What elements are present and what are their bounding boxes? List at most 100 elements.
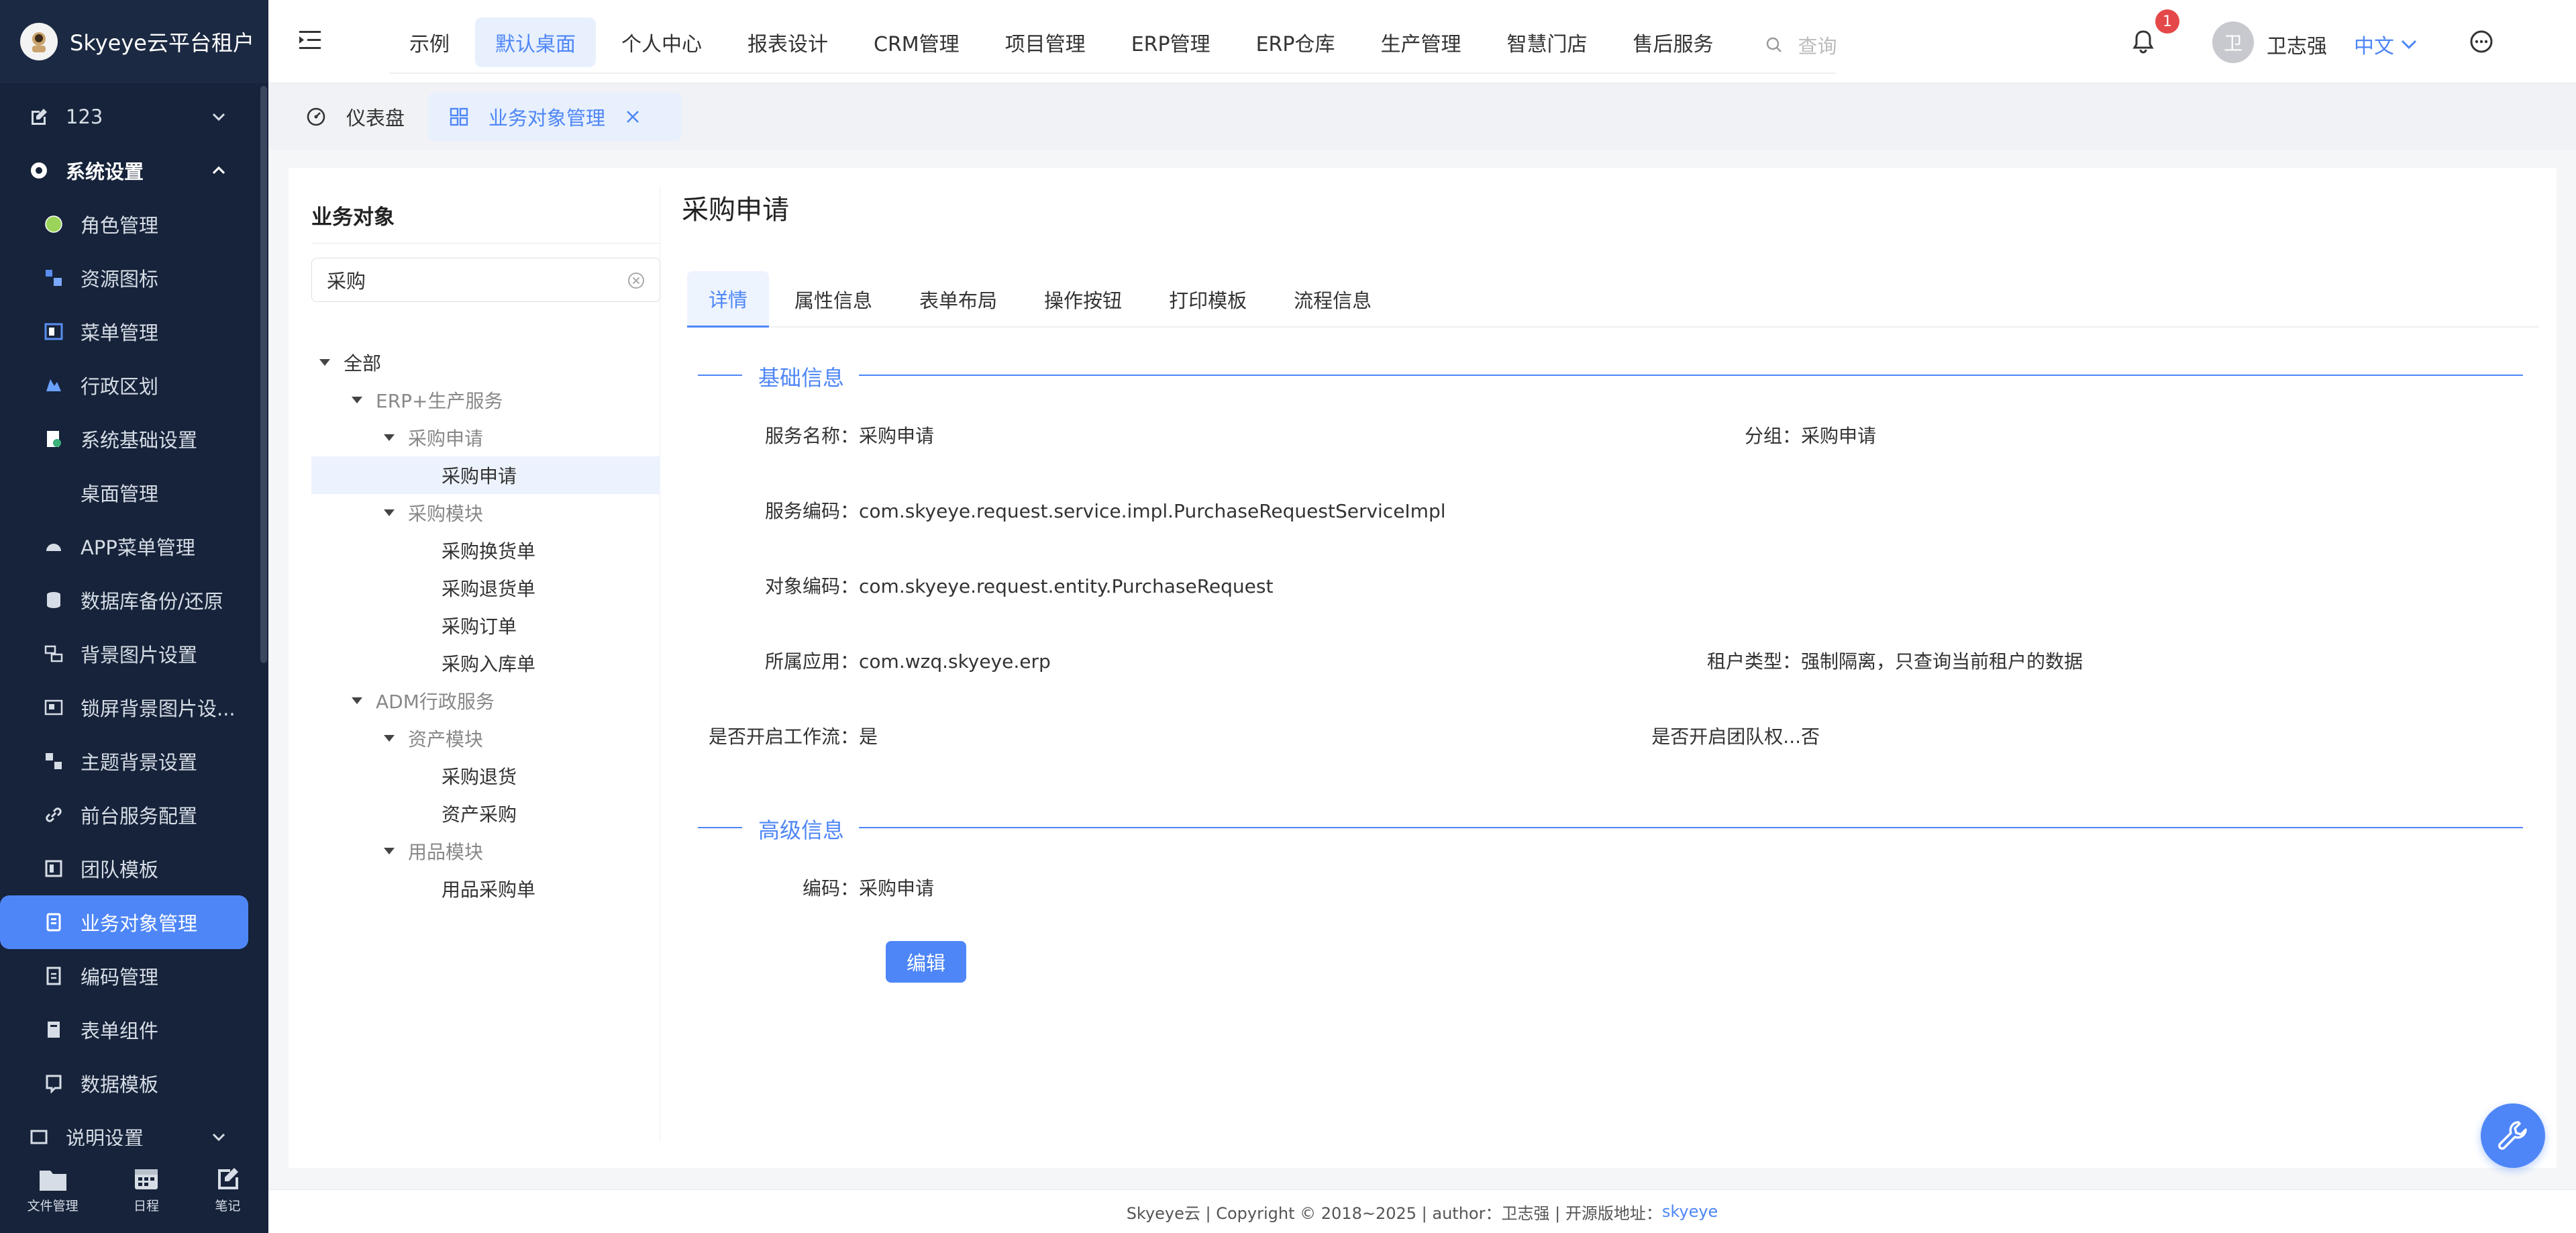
edit-button[interactable]: 编辑 (886, 941, 966, 983)
sidebar-item-settings-doc[interactable]: 系统基础设置 (0, 412, 268, 466)
nav-tab-8[interactable]: 生产管理 (1360, 17, 1481, 67)
folder-icon (39, 1170, 66, 1191)
sidebar-item-background[interactable]: 背景图片设置 (0, 627, 268, 681)
tab-dashboard[interactable]: 仪表盘 (285, 93, 426, 141)
caret-down-icon[interactable] (384, 848, 395, 854)
sidebar-item-region[interactable]: 行政区划 (0, 358, 268, 412)
detail-tab-2[interactable]: 表单布局 (898, 271, 1019, 328)
sidebar-item-circle[interactable]: 角色管理 (0, 197, 268, 251)
calendar-label: 日程 (133, 1198, 159, 1214)
sidebar-item-theme[interactable]: 主题背景设置 (0, 734, 268, 788)
file-management-button[interactable]: 文件管理 (28, 1165, 79, 1214)
edit-icon (27, 105, 51, 129)
detail-tab-5[interactable]: 流程信息 (1272, 271, 1393, 328)
nav-search-input[interactable]: 查询 (1739, 17, 1837, 72)
workflow-field: 是否开启工作流：是 (709, 722, 878, 749)
tab-business-object-label: 业务对象管理 (488, 107, 606, 130)
caret-down-icon[interactable] (384, 509, 395, 516)
sidebar-item-label: 主题背景设置 (81, 751, 198, 774)
tab-business-object[interactable]: 业务对象管理 (428, 93, 682, 141)
caret-down-icon[interactable] (319, 359, 330, 366)
sidebar-item-database[interactable]: 数据库备份/还原 (0, 573, 268, 627)
clear-icon[interactable] (627, 272, 645, 289)
sidebar-footer: 文件管理 日程 笔记 (0, 1146, 268, 1233)
tree-leaf[interactable]: 采购退货 (311, 757, 660, 795)
link-icon (42, 803, 66, 827)
nav-tab-7[interactable]: ERP仓库 (1236, 17, 1355, 67)
tree-node[interactable]: 用品模块 (311, 832, 660, 870)
sidebar-item-gear[interactable]: 系统设置 (0, 144, 268, 197)
tree-node[interactable]: ADM行政服务 (311, 682, 660, 720)
tree-leaf[interactable]: 采购换货单 (311, 532, 660, 569)
sidebar-item-desktop[interactable]: 桌面管理 (0, 466, 268, 520)
tree-node[interactable]: 采购申请 (311, 419, 660, 456)
code-icon (42, 964, 66, 988)
tree-node[interactable]: 资产模块 (311, 720, 660, 757)
detail-tabs: 详情 属性信息 表单布局 操作按钮 打印模板 流程信息 (687, 271, 2539, 328)
notes-button[interactable]: 笔记 (214, 1165, 241, 1214)
nav-tab-5[interactable]: 项目管理 (985, 17, 1106, 67)
sidebar-item-label: 行政区划 (81, 375, 159, 398)
basic-info-label: 基础信息 (758, 365, 845, 391)
sidebar-item-edit[interactable]: 123 (0, 90, 268, 144)
sidebar-item-object[interactable]: 业务对象管理 (0, 895, 248, 949)
sidebar-item-link[interactable]: 前台服务配置 (0, 788, 268, 842)
sidebar-item-form[interactable]: 表单组件 (0, 1003, 268, 1056)
sidebar-item-resource[interactable]: 资源图标 (0, 251, 268, 305)
tree-search-input[interactable]: 采购 (311, 258, 660, 302)
tree-node[interactable]: 全部 (311, 344, 660, 381)
nav-tab-0[interactable]: 示例 (389, 17, 470, 67)
close-icon[interactable] (625, 109, 640, 124)
sidebar-item-code[interactable]: 编码管理 (0, 949, 268, 1003)
tree-leaf[interactable]: 资产采购 (311, 795, 660, 832)
calendar-button[interactable]: 日程 (133, 1165, 160, 1214)
detail-tab-1[interactable]: 属性信息 (773, 271, 894, 328)
resource-icon (42, 266, 66, 290)
detail-tab-3[interactable]: 操作按钮 (1023, 271, 1143, 328)
nav-tab-10[interactable]: 售后服务 (1612, 17, 1733, 67)
sidebar-item-team[interactable]: 团队模板 (0, 842, 268, 895)
language-select[interactable]: 中文 (2354, 30, 2417, 59)
nav-tab-6[interactable]: ERP管理 (1111, 17, 1231, 67)
panel-title: 业务对象 (311, 205, 395, 230)
region-icon (42, 373, 66, 397)
tree-leaf[interactable]: 采购订单 (311, 607, 660, 644)
message-icon[interactable] (2469, 30, 2493, 54)
field-label: 服务名称： (765, 425, 860, 447)
tree-node[interactable]: ERP+生产服务 (311, 381, 660, 419)
user-name[interactable]: 卫志强 (2267, 30, 2327, 59)
sidebar-scrollbar[interactable] (260, 86, 267, 663)
nav-tab-4[interactable]: CRM管理 (854, 17, 980, 67)
sidebar-item-android[interactable]: APP菜单管理 (0, 520, 268, 573)
section-line (698, 375, 742, 376)
background-icon (42, 642, 66, 666)
sidebar-item-label: 背景图片设置 (81, 644, 198, 667)
tree-leaf[interactable]: 采购入库单 (311, 644, 660, 682)
tree-leaf[interactable]: 采购退货单 (311, 569, 660, 607)
caret-down-icon[interactable] (384, 434, 395, 441)
footer-link[interactable]: skyeye (1662, 1202, 1718, 1221)
tools-fab-button[interactable] (2481, 1103, 2545, 1168)
collapse-menu-icon[interactable] (299, 30, 323, 51)
tree-leaf[interactable]: 采购申请 (311, 456, 660, 494)
nav-tab-3[interactable]: 报表设计 (727, 17, 848, 67)
calendar-icon (135, 1169, 158, 1189)
tree-leaf[interactable]: 用品采购单 (311, 870, 660, 907)
caret-down-icon[interactable] (384, 735, 395, 742)
sidebar-item-template[interactable]: 数据模板 (0, 1056, 268, 1110)
sidebar-item-lockscreen[interactable]: 锁屏背景图片设... (0, 681, 268, 734)
tree-node[interactable]: 采购模块 (311, 494, 660, 532)
caret-down-icon[interactable] (352, 397, 362, 403)
bell-icon[interactable] (2132, 30, 2154, 54)
brand: Skyeye云平台租户 (0, 0, 268, 83)
detail-tab-4[interactable]: 打印模板 (1147, 271, 1268, 328)
nav-tab-9[interactable]: 智慧门店 (1486, 17, 1607, 67)
nav-tab-2[interactable]: 个人中心 (601, 17, 722, 67)
sidebar-item-menu[interactable]: 菜单管理 (0, 305, 268, 358)
caret-down-icon[interactable] (352, 697, 362, 704)
detail-tab-0[interactable]: 详情 (687, 271, 770, 328)
field-value: com.skyeye.request.service.impl.Purchase… (859, 500, 1446, 522)
avatar[interactable]: 卫 (2212, 21, 2254, 63)
chevron-down-icon (212, 1133, 225, 1142)
nav-tab-1[interactable]: 默认桌面 (475, 17, 596, 67)
